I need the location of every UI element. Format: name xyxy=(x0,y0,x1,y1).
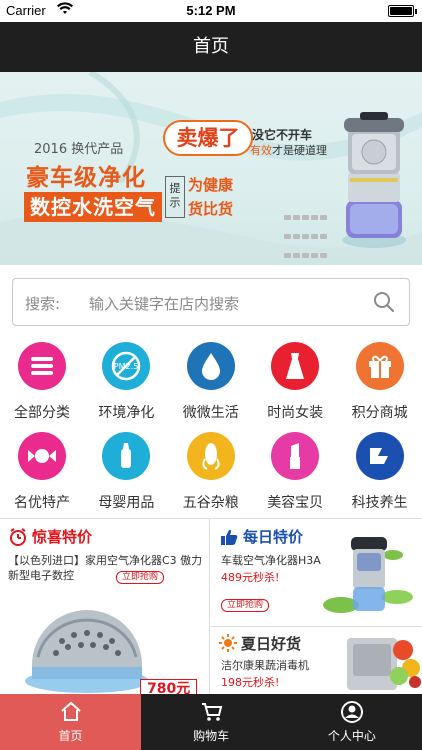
water-drop-icon xyxy=(186,342,235,390)
alarm-clock-icon xyxy=(8,527,28,551)
promo-card-summer[interactable]: 夏日好货 洁尔康果蔬消毒机 198元秒杀! xyxy=(211,628,422,694)
category-label: 美容宝贝 xyxy=(267,495,324,511)
tab-cart[interactable]: 购物车 xyxy=(141,694,282,750)
banner-headline: 豪车级净化 xyxy=(26,165,146,191)
clock: 5:12 PM xyxy=(186,3,236,18)
banner-claim-2: 货比货 xyxy=(188,200,234,218)
category-item[interactable]: 母婴用品 xyxy=(84,428,168,514)
promotion-section: 惊喜特价 【以色列进口】家用空气净化器C3 傲力新型电子数控 立即抢购 780元… xyxy=(0,518,422,694)
baby-bottle-icon xyxy=(102,432,151,480)
search-placeholder: 输入关键字在店内搜索 xyxy=(89,295,240,313)
banner-hot-note-2: 有效才是硬道理 xyxy=(250,144,327,157)
banner-hot-note: 没它不开车 xyxy=(252,128,313,142)
category-item[interactable]: 微微生活 xyxy=(169,338,253,424)
category-item[interactable]: 名优特产 xyxy=(0,428,84,514)
category-item[interactable]: 时尚女装 xyxy=(253,338,337,424)
category-label: 五谷杂粮 xyxy=(182,495,239,511)
fruit-vegetable-sterilizer-image xyxy=(347,638,421,690)
category-label: 科技养生 xyxy=(351,495,408,511)
category-item[interactable]: 科技养生 xyxy=(338,428,422,514)
category-label: 母婴用品 xyxy=(98,495,155,511)
category-label: 环境净化 xyxy=(98,405,155,421)
car-air-purifier-image xyxy=(323,537,413,613)
corn-icon xyxy=(186,432,235,480)
category-label: 积分商城 xyxy=(351,405,408,421)
category-item[interactable]: 美容宝贝 xyxy=(253,428,337,514)
banner-claim-1: 为健康 xyxy=(188,176,234,194)
promo-title: 每日特价 xyxy=(243,528,304,546)
category-item[interactable]: 全部分类 xyxy=(0,338,84,424)
status-bar: Carrier 5:12 PM xyxy=(0,0,422,22)
banner-tip-box: 提示 xyxy=(165,176,185,218)
promo-description: 车载空气净化器H3A xyxy=(221,554,321,567)
category-item[interactable]: 五谷杂粮 xyxy=(169,428,253,514)
buy-now-button[interactable]: 立即抢购 xyxy=(221,599,270,612)
dress-icon xyxy=(271,342,320,390)
category-label: 时尚女装 xyxy=(267,405,324,421)
cart-icon xyxy=(200,700,224,728)
battery-icon xyxy=(388,5,417,17)
lipstick-icon xyxy=(271,432,320,480)
pm25-icon: PM2.5 xyxy=(102,342,151,390)
category-label: 微微生活 xyxy=(182,405,239,421)
thumbs-up-icon xyxy=(219,527,239,551)
gift-icon xyxy=(355,342,404,390)
buy-now-button[interactable]: 立即抢购 xyxy=(116,571,165,584)
banner-carousel[interactable]: 2016 换代产品 豪车级净化 数控水洗空气 卖爆了 没它不开车 有效才是硬道理… xyxy=(0,72,422,265)
tab-label: 首页 xyxy=(58,729,83,743)
category-item[interactable]: PM2.5 环境净化 xyxy=(84,338,168,424)
svg-text:PM2.5: PM2.5 xyxy=(114,362,138,371)
category-grid: 全部分类 PM2.5 环境净化 微微生活 时尚女装 积分商城名优特产 母婴用品 五谷杂粮 美容宝… xyxy=(0,338,422,516)
home-icon xyxy=(59,700,83,728)
list-icon xyxy=(18,342,66,390)
tab-home[interactable]: 首页 xyxy=(0,694,141,750)
banner-subline: 2016 换代产品 xyxy=(34,142,124,157)
tab-label: 购物车 xyxy=(193,729,230,743)
promo-price: 198元秒杀! xyxy=(221,676,280,689)
promo-description: 洁尔康果蔬消毒机 xyxy=(221,659,309,672)
tech-logo-icon xyxy=(355,432,404,480)
promo-description: 【以色列进口】家用空气净化器C3 傲力新型电子数控 xyxy=(8,554,203,582)
candy-icon xyxy=(18,432,66,480)
tab-label: 个人中心 xyxy=(327,729,376,743)
category-label: 全部分类 xyxy=(14,405,70,421)
banner-headline-2: 数控水洗空气 xyxy=(24,192,162,222)
banner-hot-badge: 卖爆了 xyxy=(163,120,253,156)
search-input[interactable]: 搜索: 输入关键字在店内搜索 xyxy=(12,278,410,326)
nav-bar: 首页 xyxy=(0,22,422,72)
price-tag: 780元 xyxy=(140,679,198,694)
search-label: 搜索: xyxy=(25,295,61,313)
sun-icon xyxy=(219,634,237,656)
promo-title: 夏日好货 xyxy=(241,635,302,653)
category-item[interactable]: 积分商城 xyxy=(338,338,422,424)
promo-title: 惊喜特价 xyxy=(32,528,93,546)
category-label: 名优特产 xyxy=(14,495,70,511)
promo-card-surprise[interactable]: 惊喜特价 【以色列进口】家用空气净化器C3 傲力新型电子数控 立即抢购 780元 xyxy=(0,519,210,694)
tab-user[interactable]: 个人中心 xyxy=(281,694,422,750)
air-purifier-product-image xyxy=(342,112,406,248)
remote-keypad-image xyxy=(283,206,333,258)
user-icon xyxy=(340,700,364,728)
page-title: 首页 xyxy=(193,36,229,57)
promo-price: 489元秒杀! xyxy=(221,571,280,584)
search-icon[interactable] xyxy=(373,291,395,317)
promo-card-daily[interactable]: 每日特价 车载空气净化器H3A 489元秒杀! 立即抢购 xyxy=(211,519,422,627)
tab-bar: 首页 购物车 个人中心 xyxy=(0,694,422,750)
